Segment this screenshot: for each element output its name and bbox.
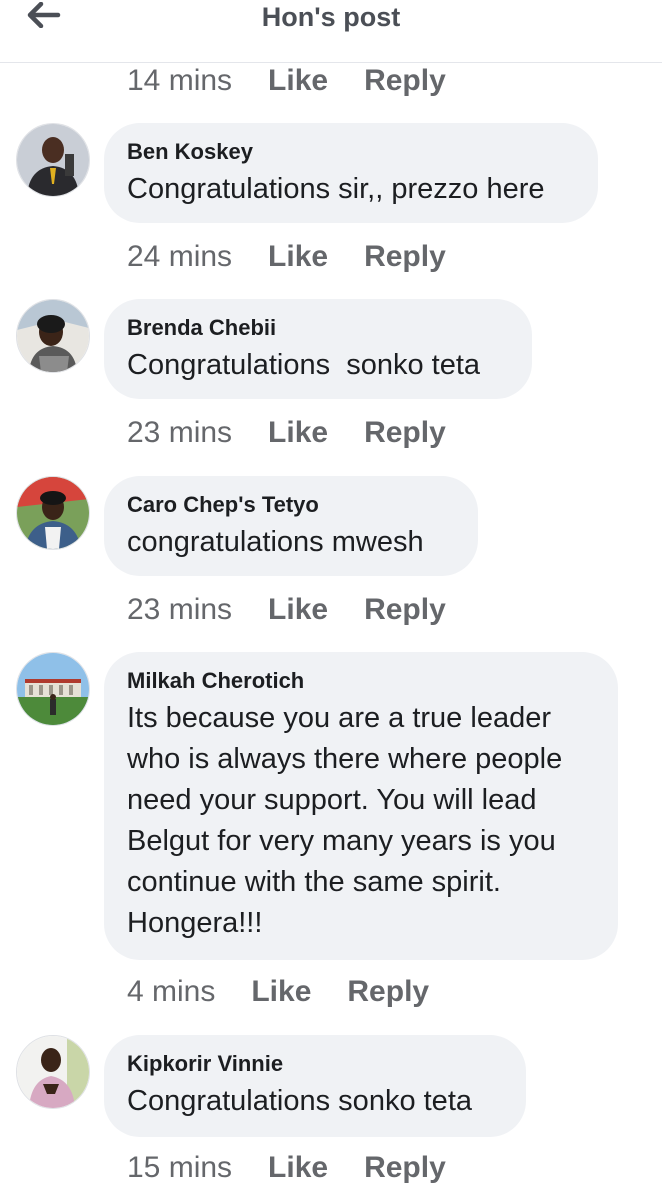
comment-author[interactable]: Kipkorir Vinnie: [127, 1050, 502, 1078]
like-button[interactable]: Like: [268, 240, 328, 274]
comment-author[interactable]: Brenda Chebii: [127, 314, 508, 342]
like-button[interactable]: Like: [268, 64, 328, 98]
avatar[interactable]: [16, 652, 90, 726]
like-button[interactable]: Like: [251, 975, 311, 1009]
comment-author[interactable]: Caro Chep's Tetyo: [127, 491, 454, 519]
comment-meta: 23 mins Like Reply: [127, 590, 446, 630]
profile-photo: [17, 124, 89, 196]
like-button[interactable]: Like: [268, 416, 328, 450]
comment-time: 14 mins: [127, 64, 233, 97]
like-button[interactable]: Like: [268, 1151, 328, 1185]
comment-bubble: Brenda Chebii Congratulations sonko teta: [104, 299, 532, 399]
comment-bubble: Ben Koskey Congratulations sir,, prezzo …: [104, 123, 598, 223]
avatar[interactable]: [16, 1035, 90, 1109]
avatar[interactable]: [16, 299, 90, 373]
top-bar: Hon's post: [0, 0, 662, 63]
profile-photo: [17, 477, 89, 549]
profile-photo: [17, 1036, 89, 1108]
reply-button[interactable]: Reply: [364, 416, 446, 450]
comment-meta: 24 mins Like Reply: [127, 237, 446, 277]
reply-button[interactable]: Reply: [364, 593, 446, 627]
comment-time: 24 mins: [127, 240, 233, 273]
like-button[interactable]: Like: [268, 593, 328, 627]
comment-bubble: Caro Chep's Tetyo congratulations mwesh: [104, 476, 478, 576]
comment-time: 4 mins: [127, 975, 216, 1008]
comment-meta: 15 mins Like Reply: [127, 1148, 446, 1188]
comment-time: 15 mins: [127, 1151, 233, 1184]
comment-text: congratulations mwesh: [127, 526, 424, 558]
profile-photo: [17, 300, 89, 372]
comment-author[interactable]: Milkah Cherotich: [127, 667, 594, 695]
comment-bubble: Milkah Cherotich Its because you are a t…: [104, 652, 618, 960]
comment-meta: 14 mins Like Reply: [127, 61, 446, 101]
avatar[interactable]: [16, 476, 90, 550]
comment-time: 23 mins: [127, 593, 233, 626]
comment-bubble: Kipkorir Vinnie Congratulations sonko te…: [104, 1035, 526, 1137]
comment-time: 23 mins: [127, 416, 233, 449]
comment-text: Congratulations sonko teta: [127, 349, 481, 381]
comment-meta: 23 mins Like Reply: [127, 413, 446, 453]
avatar[interactable]: [16, 123, 90, 197]
profile-photo: [17, 653, 89, 725]
reply-button[interactable]: Reply: [364, 240, 446, 274]
reply-button[interactable]: Reply: [364, 64, 446, 98]
comment-text: Congratulations sonko teta: [127, 1085, 472, 1117]
reply-button[interactable]: Reply: [364, 1151, 446, 1185]
comment-author[interactable]: Ben Koskey: [127, 138, 574, 166]
comment-text: Its because you are a true leader who is…: [127, 702, 563, 939]
comment-text: Congratulations sir,, prezzo here: [127, 173, 545, 205]
reply-button[interactable]: Reply: [347, 975, 429, 1009]
comment-meta: 4 mins Like Reply: [127, 972, 429, 1012]
page-title: Hon's post: [261, 2, 401, 32]
